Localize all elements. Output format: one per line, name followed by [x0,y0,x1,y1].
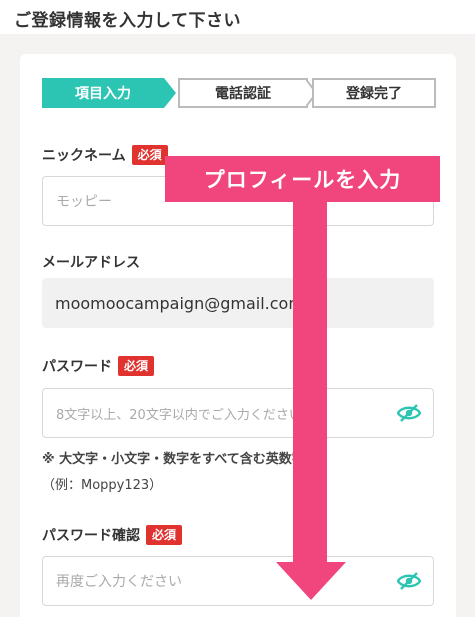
password-rule-note: ※ 大文字・小文字・数字をすべて含む英数字 [42,452,305,467]
eye-slash-icon[interactable] [397,571,421,591]
nickname-placeholder: モッピー [56,194,112,210]
required-badge: 必須 [131,145,168,165]
required-badge: 必須 [146,525,183,545]
required-badge: 必須 [118,356,155,376]
password-label-text: パスワード [42,359,112,375]
step-label: 項目入力 [75,86,131,102]
password-input[interactable]: 8文字以上、20文字以内でご入力ください [42,388,434,438]
eye-slash-icon[interactable] [397,403,421,423]
password-confirm-input[interactable]: 再度ご入力ください [42,556,434,606]
step-label: 電話認証 [215,86,271,102]
email-label: メールアドレス [42,252,140,272]
step-phone-verification: 電話認証 [178,78,308,108]
nickname-label: ニックネーム 必須 [42,145,168,165]
step-registration-complete: 登録完了 [312,78,436,108]
password-confirm-placeholder: 再度ご入力ください [56,574,182,590]
registration-form-card: 項目入力 電話認証 登録完了 ニックネーム 必須 モッピー メールアドレス mo… [20,54,456,624]
step-item-input: 項目入力 [42,78,164,108]
password-confirm-label: パスワード確認 必須 [42,525,183,545]
password-confirm-label-text: パスワード確認 [42,528,140,544]
annotation-arrow-shaft [293,202,327,566]
annotation-arrow-head [276,562,346,600]
password-example-note: （例：Moppy123） [42,478,163,493]
email-label-text: メールアドレス [42,255,140,271]
annotation-banner: プロフィールを入力 [165,156,440,202]
email-value: moomoocampaign@gmail.com [55,293,304,313]
email-field: moomoocampaign@gmail.com [42,278,434,328]
nickname-label-text: ニックネーム [42,148,126,164]
progress-stepper: 項目入力 電話認証 登録完了 [42,78,437,110]
password-label: パスワード 必須 [42,356,155,376]
annotation-banner-text: プロフィールを入力 [203,168,402,192]
step-label: 登録完了 [346,86,402,102]
page-header: ご登録情報を入力して下さい [0,0,475,34]
password-placeholder: 8文字以上、20文字以内でご入力ください [56,407,302,423]
step-arrow [164,78,176,108]
page-title: ご登録情報を入力して下さい [14,11,241,31]
